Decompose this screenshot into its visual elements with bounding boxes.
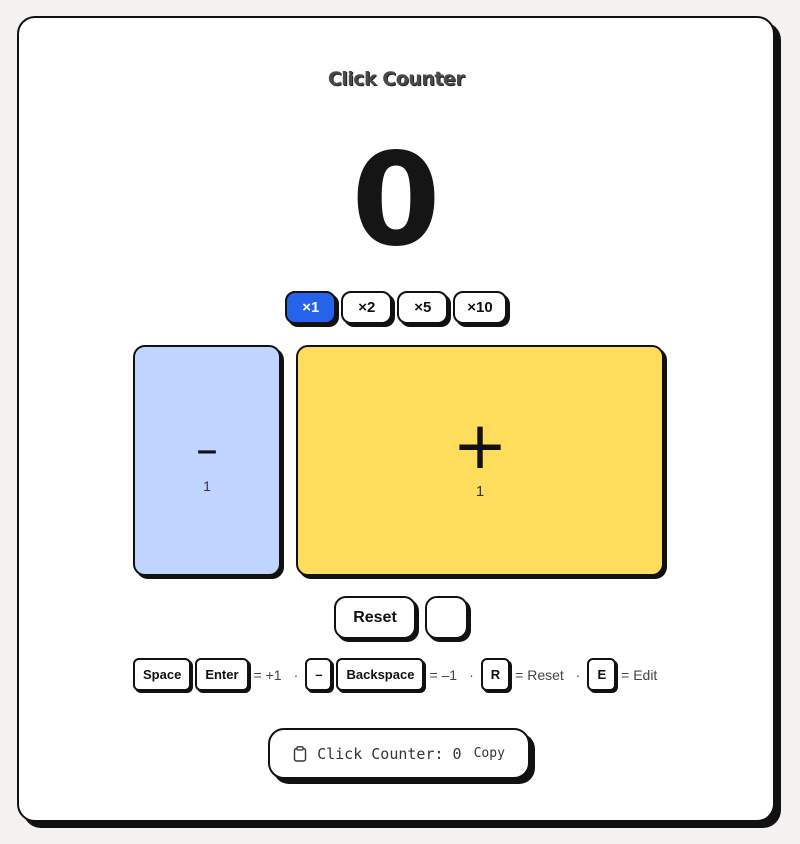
kbd-minus: – (305, 658, 333, 691)
multiplier-x10-button[interactable]: ×10 (453, 291, 507, 324)
shortcut-separator: · (575, 666, 581, 683)
decrement-step: 1 (203, 477, 211, 494)
edit-button[interactable] (425, 596, 468, 639)
shortcut-increment-text: = +1 (253, 666, 282, 683)
keyboard-shortcuts: Space Enter = +1 · – Backspace = –1 · R … (133, 658, 662, 691)
copy-button[interactable]: Click Counter: 0 Copy (268, 728, 530, 779)
minus-icon: – (196, 423, 218, 475)
shortcut-separator: · (293, 666, 299, 683)
shortcut-separator: · (469, 666, 474, 683)
copy-preview-text: Click Counter: 0 (317, 744, 462, 763)
kbd-r: R (480, 658, 511, 691)
counter-card: Click Counter 0 ×1 ×2 ×5 ×10 – 1 + 1 Res… (17, 16, 775, 822)
action-row: Reset (19, 596, 773, 639)
increment-step: 1 (475, 483, 485, 500)
plus-icon: + (452, 407, 508, 484)
kbd-e: E (587, 658, 617, 691)
page-title: Click Counter (327, 68, 465, 90)
shortcut-decrement-text: = –1 (429, 666, 458, 683)
kbd-space: Space (133, 658, 192, 691)
clipboard-icon (293, 745, 307, 762)
shortcut-reset-text: = Reset (515, 666, 564, 683)
kbd-backspace: Backspace (336, 658, 425, 691)
decrement-button[interactable]: – 1 (133, 345, 281, 576)
multiplier-x1-button[interactable]: ×1 (285, 291, 337, 324)
multiplier-group: ×1 ×2 ×5 ×10 (19, 291, 773, 324)
multiplier-x5-button[interactable]: ×5 (397, 291, 449, 324)
multiplier-x2-button[interactable]: ×2 (341, 291, 393, 324)
counter-value: 0 (351, 126, 441, 275)
copy-label: Copy (473, 746, 505, 761)
shortcut-edit-text: = Edit (621, 666, 658, 683)
reset-button[interactable]: Reset (334, 596, 416, 639)
increment-button[interactable]: + 1 (296, 345, 664, 576)
kbd-enter: Enter (195, 658, 249, 691)
